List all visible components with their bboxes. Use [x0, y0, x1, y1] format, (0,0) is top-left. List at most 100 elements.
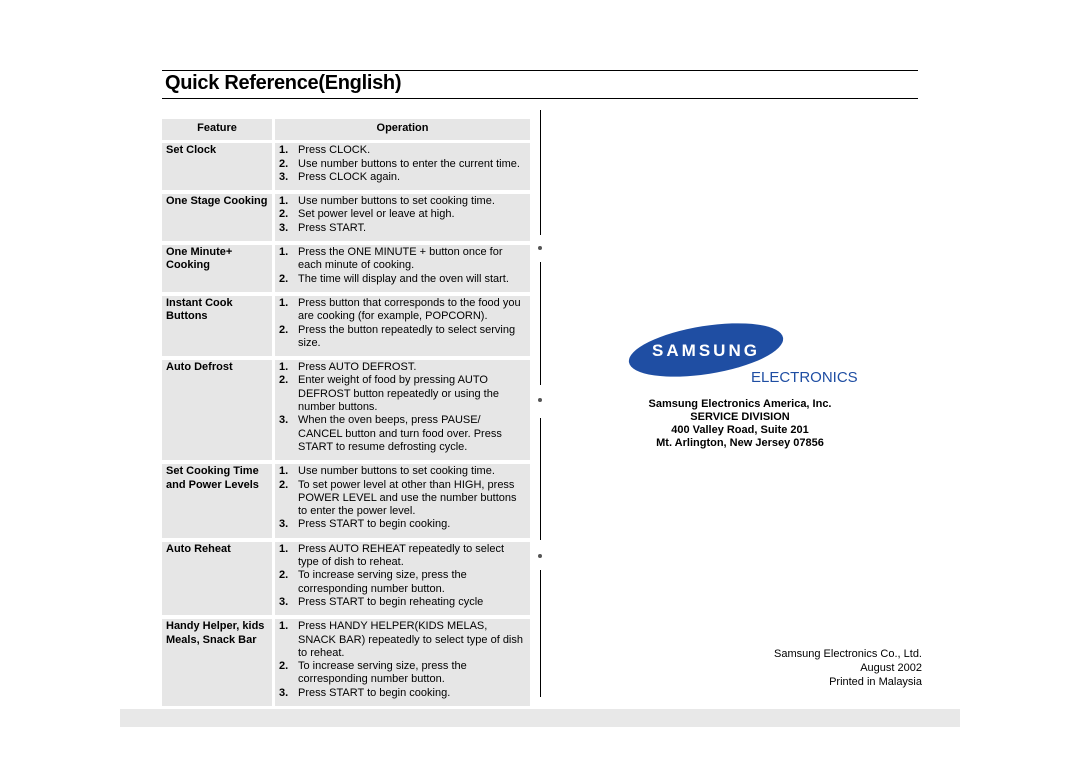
feature-cell: Set Clock [162, 143, 272, 191]
step-text: Use number buttons to set cooking time. [298, 195, 495, 208]
step-number: 1. [279, 361, 289, 374]
address-line: SERVICE DIVISION [690, 411, 790, 423]
step-number: 1. [279, 620, 289, 633]
step: 1. Press AUTO DEFROST. [279, 361, 526, 374]
step-number: 3. [279, 170, 289, 183]
step: 2. Press the button repeatedly to select … [279, 324, 526, 351]
step-text: Press AUTO DEFROST. [298, 361, 417, 374]
step-text: The time will display and the oven will … [298, 272, 509, 285]
svg-text:SAMSUNG: SAMSUNG [652, 341, 760, 360]
step-text: Use number buttons to set cooking time. [298, 465, 495, 478]
divider-line [540, 262, 541, 385]
footer-line: Samsung Electronics Co., Ltd. [774, 648, 922, 660]
divider-dot [538, 398, 542, 402]
step-number: 2. [279, 569, 289, 582]
step: 2. Enter weight of food by pressing AUTO … [279, 374, 526, 414]
quick-reference-table: Feature Operation Set Clock 1. Press CLOCK… [162, 119, 530, 710]
step-number: 3. [279, 518, 289, 531]
table-row: One Stage Cooking 1. Use number buttons to… [162, 194, 530, 242]
step-number: 3. [279, 221, 289, 234]
bottom-bar [120, 709, 960, 727]
operation-cell: 1. Press button that corresponds to the f… [275, 295, 530, 357]
header-operation: Operation [275, 119, 530, 141]
step: 3. Press CLOCK again. [279, 171, 526, 184]
step: 1. Use number buttons to set cooking time… [279, 195, 526, 208]
page-title: Quick Reference(English) [165, 72, 402, 94]
step-text: To increase serving size, press the corr… [298, 569, 467, 595]
header-feature: Feature [162, 119, 272, 141]
step-text: Press START to begin cooking. [298, 518, 451, 531]
operation-cell: 1. Press the ONE MINUTE + button once for… [275, 245, 530, 292]
step-text: Press AUTO REHEAT repeatedly to select t… [298, 542, 505, 569]
step-text: Press START to begin reheating cycle [298, 595, 484, 608]
step: 2. To increase serving size, press the co… [279, 660, 526, 687]
step-number: 1. [279, 246, 289, 259]
divider-line [540, 110, 541, 235]
divider-dot [538, 554, 542, 558]
step: 3. Press START to begin reheating cycle [279, 596, 526, 609]
table-row: Auto Defrost 1. Press AUTO DEFROST. 2. Enter… [162, 360, 530, 461]
table-row: Auto Reheat 1. Press AUTO REHEAT repeatedl… [162, 541, 530, 616]
table-row: Set Clock 1. Press CLOCK. 2. Use number butt… [162, 143, 530, 191]
step-number: 1. [279, 296, 289, 309]
step: 2. Set power level or leave at high. [279, 208, 526, 221]
step-number: 1. [279, 465, 289, 478]
step-text: Press CLOCK. [298, 144, 371, 157]
feature-cell: Set Cooking Time and Power Levels [162, 464, 272, 538]
step-text: Press button that corresponds to the foo… [298, 296, 521, 323]
feature-cell: One Minute+ Cooking [162, 245, 272, 292]
address-line: Mt. Arlington, New Jersey 07856 [656, 437, 824, 449]
step-number: 2. [279, 478, 289, 491]
top-rule [162, 70, 918, 71]
operation-cell: 1. Press AUTO REHEAT repeatedly to select… [275, 541, 530, 616]
step-text: When the oven beeps, press PAUSE/ CANCEL… [298, 414, 502, 453]
table-row: Instant Cook Buttons 1. Press button that … [162, 295, 530, 357]
feature-cell: One Stage Cooking [162, 194, 272, 242]
step-number: 1. [279, 195, 289, 208]
operation-cell: 1. Press AUTO DEFROST. 2. Enter weight of f… [275, 360, 530, 461]
step-number: 2. [279, 208, 289, 221]
feature-cell: Auto Defrost [162, 360, 272, 461]
step-number: 2. [279, 323, 289, 336]
step-number: 3. [279, 414, 289, 427]
step-text: Press CLOCK again. [298, 170, 401, 183]
step: 2. To increase serving size, press the co… [279, 569, 526, 596]
step-number: 2. [279, 660, 289, 673]
step: 3. Press START to begin cooking. [279, 687, 526, 700]
step-text: Enter weight of food by pressing AUTO DE… [298, 374, 499, 414]
step: 1. Use number buttons to set cooking time… [279, 465, 526, 478]
operation-cell: 1. Press HANDY HELPER(KIDS MELAS, SNACK B… [275, 619, 530, 706]
service-address: Samsung Electronics America, Inc. SERVIC… [600, 398, 880, 450]
step-number: 1. [279, 144, 289, 157]
table-row: Handy Helper, kids Meals, Snack Bar 1. Pre… [162, 619, 530, 706]
address-line: 400 Valley Road, Suite 201 [671, 424, 809, 436]
operation-cell: 1. Use number buttons to set cooking time… [275, 464, 530, 538]
feature-cell: Auto Reheat [162, 541, 272, 616]
publication-info: Samsung Electronics Co., Ltd. August 200… [774, 647, 922, 689]
step: 1. Press HANDY HELPER(KIDS MELAS, SNACK B… [279, 620, 526, 660]
table-row: One Minute+ Cooking 1. Press the ONE MINUT… [162, 245, 530, 292]
step: 3. Press START to begin cooking. [279, 518, 526, 531]
title-rule [162, 98, 918, 99]
step-number: 2. [279, 374, 289, 387]
step-number: 3. [279, 686, 289, 699]
step: 1. Press the ONE MINUTE + button once for… [279, 246, 526, 273]
address-line: Samsung Electronics America, Inc. [648, 398, 832, 410]
operation-cell: 1. Use number buttons to set cooking time… [275, 194, 530, 242]
step-number: 2. [279, 272, 289, 285]
feature-cell: Instant Cook Buttons [162, 295, 272, 357]
step-number: 3. [279, 595, 289, 608]
step-text: Press the ONE MINUTE + button once for e… [298, 246, 503, 272]
step-text: Press START. [298, 221, 367, 234]
step: 1. Press button that corresponds to the f… [279, 297, 526, 324]
divider-line [540, 418, 541, 540]
step: 2. The time will display and the oven wil… [279, 273, 526, 286]
step-text: Use number buttons to enter the current … [298, 157, 520, 170]
footer-line: Printed in Malaysia [829, 676, 922, 688]
step-number: 1. [279, 542, 289, 555]
step-number: 2. [279, 157, 289, 170]
operation-cell: 1. Press CLOCK. 2. Use number buttons to en… [275, 143, 530, 191]
logo-electronics: ELECTRONICS [751, 369, 858, 386]
divider-line [540, 570, 541, 697]
table-row: Set Cooking Time and Power Levels 1. Use n… [162, 464, 530, 538]
